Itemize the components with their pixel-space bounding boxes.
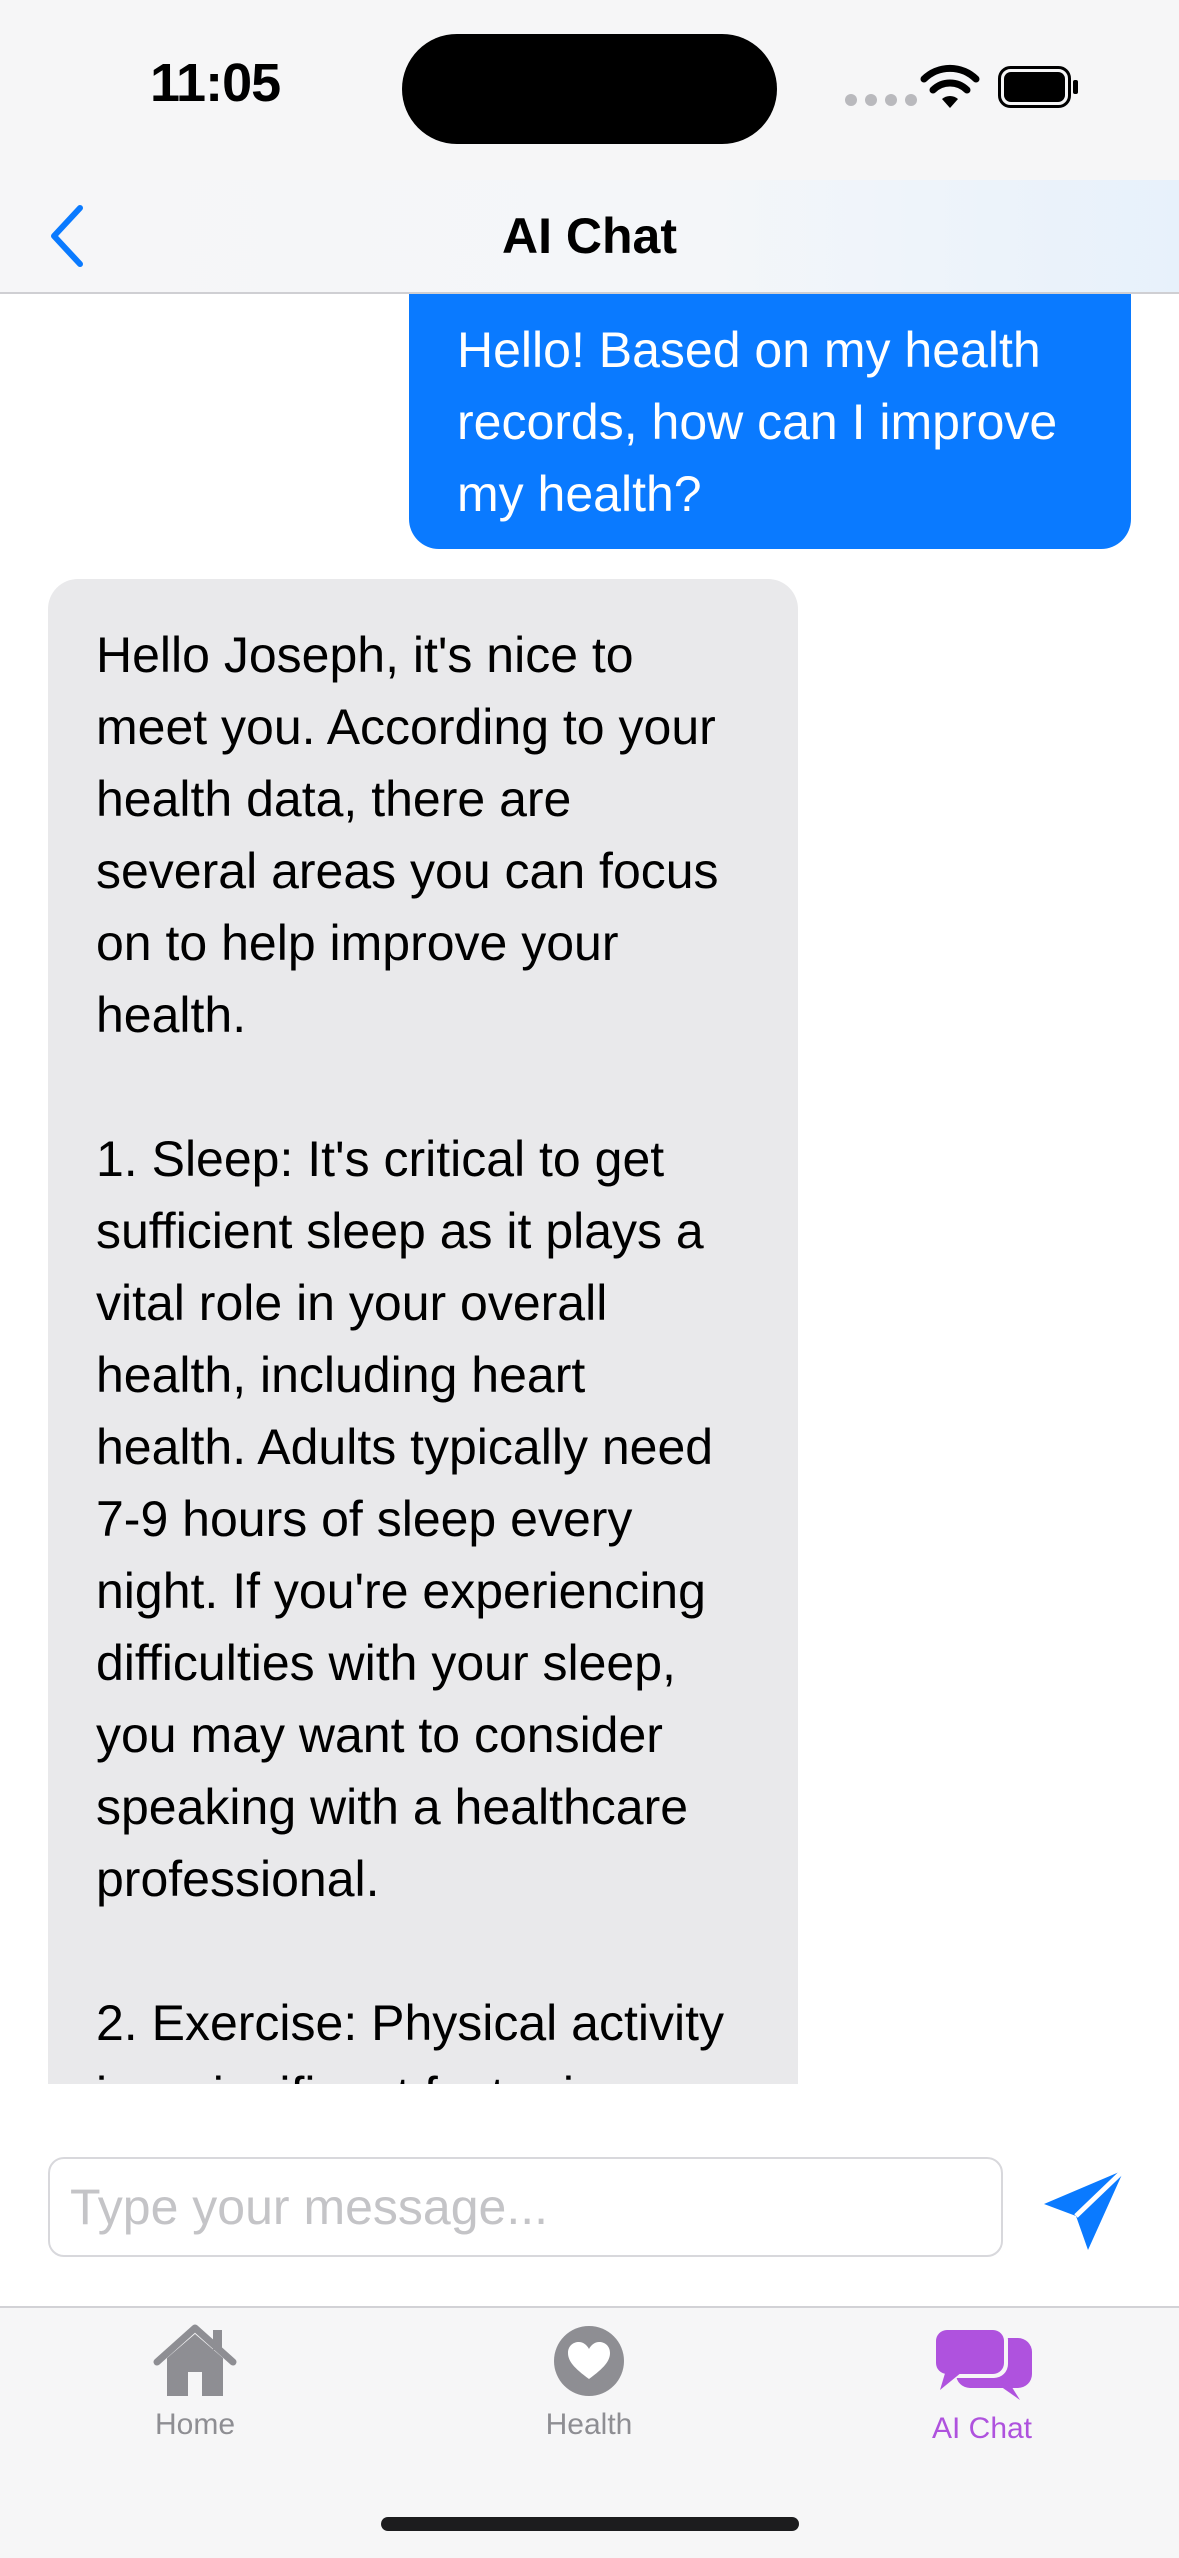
- house-icon: [153, 2324, 237, 2396]
- user-message-bubble: Hello! Based on my health records, how c…: [409, 294, 1131, 549]
- home-indicator: [381, 2517, 799, 2531]
- tab-home[interactable]: Home: [95, 2324, 295, 2474]
- tab-home-label: Home: [154, 2408, 236, 2441]
- tab-health-label: Health: [545, 2408, 633, 2441]
- navigation-bar: AI Chat: [0, 180, 1179, 294]
- cellular-signal-icon: [845, 94, 917, 106]
- chat-bubbles-icon: [932, 2326, 1032, 2400]
- dynamic-island: [402, 34, 777, 144]
- page-title: AI Chat: [502, 208, 677, 264]
- wifi-icon: [920, 64, 980, 108]
- tab-health[interactable]: Health: [489, 2324, 689, 2474]
- message-input[interactable]: [48, 2157, 1003, 2257]
- battery-icon: [998, 66, 1078, 108]
- status-time: 11:05: [150, 53, 281, 113]
- assistant-message-bubble: Hello Joseph, it's nice to meet you. Acc…: [48, 579, 798, 2084]
- heart-icon: [554, 2326, 624, 2396]
- message-composer: [0, 2084, 1179, 2306]
- tab-ai-chat[interactable]: AI Chat: [882, 2324, 1082, 2474]
- tab-ai-chat-label: AI Chat: [931, 2412, 1033, 2445]
- paper-plane-send-icon[interactable]: [1040, 2166, 1130, 2256]
- chat-message-list[interactable]: Hello! Based on my health records, how c…: [0, 294, 1179, 2084]
- status-bar: 11:05: [0, 0, 1179, 180]
